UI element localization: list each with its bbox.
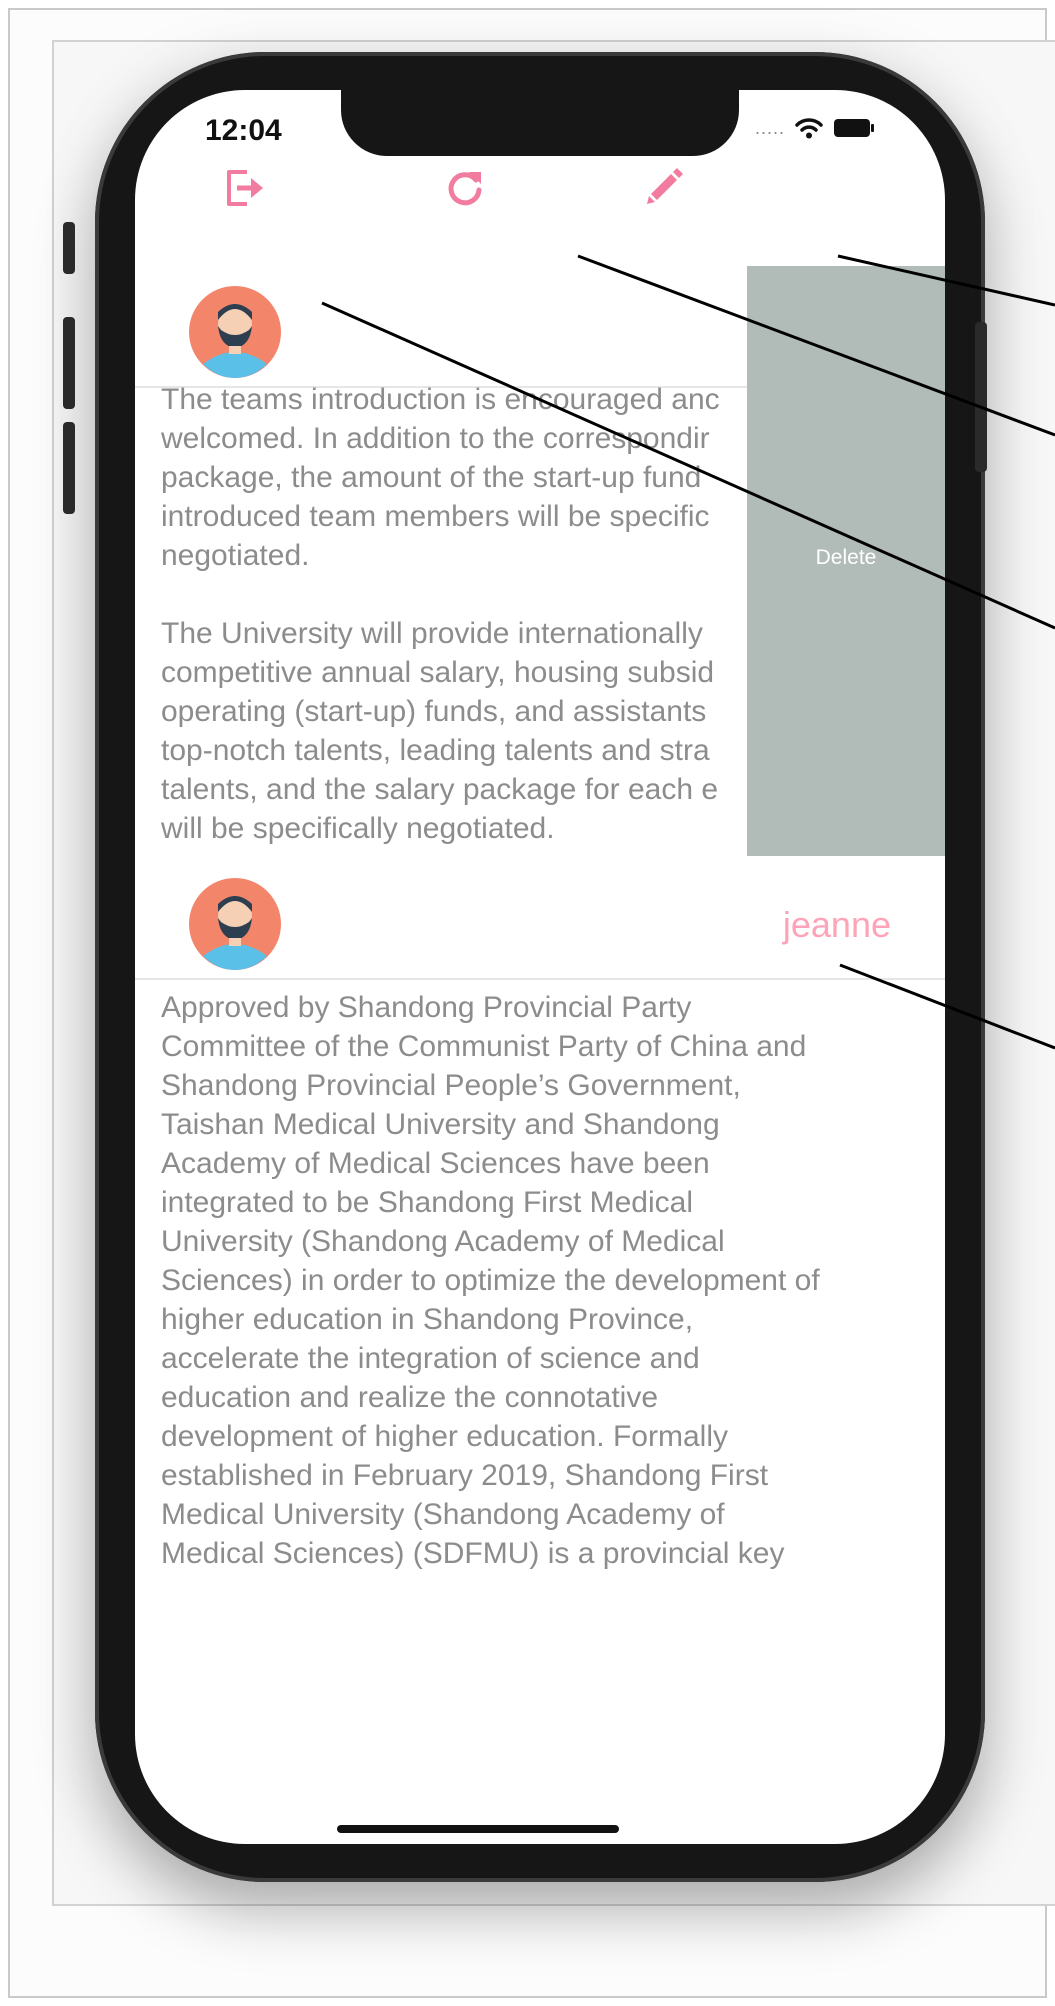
wifi-icon	[795, 117, 823, 139]
signal-icon: .....	[755, 117, 786, 138]
power-button	[975, 322, 987, 472]
avatar-icon	[187, 876, 283, 972]
volume-up-button	[63, 317, 75, 409]
delete-button[interactable]: Delete	[747, 266, 945, 856]
status-icons: .....	[755, 110, 875, 146]
post-header: jeanne	[135, 868, 945, 980]
battery-icon	[833, 118, 875, 138]
home-indicator	[337, 1825, 619, 1833]
notch	[341, 90, 739, 156]
username: jeanne	[782, 904, 891, 945]
avatar-icon	[187, 284, 283, 380]
app-screen: 12:04 ..... The teams introduction is en…	[135, 90, 945, 1844]
pencil-icon[interactable]	[643, 164, 691, 212]
status-time: 12:04	[205, 114, 282, 147]
logout-icon[interactable]	[223, 166, 271, 214]
post-body: Approved by Shandong Provincial Party Co…	[161, 991, 820, 1570]
delete-label: Delete	[815, 546, 877, 569]
refresh-icon[interactable]	[445, 168, 493, 216]
mute-switch	[63, 222, 75, 274]
volume-down-button	[63, 422, 75, 514]
